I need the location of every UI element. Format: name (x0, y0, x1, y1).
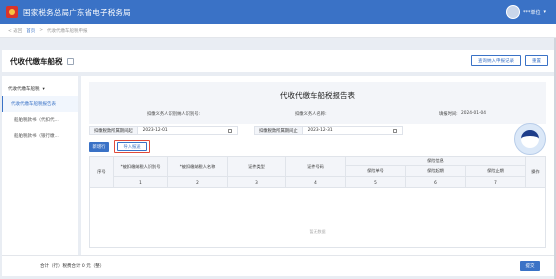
col-insurance-end: 保险止期 (465, 165, 526, 177)
fill-date-label: 填报时间: (439, 112, 458, 117)
col-number: 7 (465, 176, 526, 188)
query-record-button[interactable]: 查询纳入申报记录 (471, 55, 521, 66)
period-end-value[interactable]: 2023-12-31 (308, 128, 333, 133)
taxpayer-name-label: 扣缴义务人名称: (295, 112, 327, 117)
page-title: 代收代缴车船税 (10, 56, 63, 66)
sidebar-item-ship-bank[interactable]: 船舶税款书（银行缴... (2, 128, 78, 144)
user-name[interactable]: ***单位 (523, 9, 541, 16)
sidebar-item-ship-withhold[interactable]: 船舶税款书（代扣代... (2, 112, 78, 128)
period-start-filter: 扣缴税款所属期间起 2023-12-01 (89, 126, 238, 135)
col-insurance-start: 保险起期 (405, 165, 466, 177)
import-report-button[interactable]: 导入报送 (117, 142, 147, 151)
app-title: 国家税务总局广东省电子税务局 (23, 7, 131, 17)
avatar[interactable] (505, 5, 520, 19)
chevron-down-icon[interactable]: ▾ (543, 9, 546, 15)
top-bar: 国家税务总局广东省电子税务局 ***单位 ▾ (0, 0, 556, 24)
period-end-label: 扣缴税款所属期间止 (254, 126, 303, 135)
col-number: 3 (227, 176, 286, 188)
reset-button[interactable]: 重置 (525, 55, 548, 66)
period-end-input[interactable]: 2023-12-31 (302, 126, 403, 135)
col-taxpayer-id: *被扣缴纳税人识别号 (113, 156, 168, 177)
col-seq: 序号 (89, 156, 114, 188)
col-number: 2 (167, 176, 228, 188)
total-summary: 合计（行）税费合计 0 元（整） (40, 264, 105, 269)
calendar-icon[interactable] (392, 128, 397, 133)
sidebar-group[interactable]: 代收代缴车船税 ▾ (2, 76, 78, 93)
report-table: 序号 *被扣缴纳税人识别号 *被扣缴纳税人名称 证件类型 证件号码 保险信息 操… (89, 156, 546, 248)
breadcrumb-home[interactable]: 首页 (26, 28, 35, 34)
period-start-value[interactable]: 2023-12-01 (143, 128, 168, 133)
mascot-face (521, 130, 539, 148)
col-taxpayer-name: *被扣缴纳税人名称 (167, 156, 228, 177)
col-operation: 操作 (525, 156, 546, 188)
footer-bar: 合计（行）税费合计 0 元（整） 提交 (2, 255, 554, 276)
col-cert-number: 证件号码 (285, 156, 346, 177)
taxpayer-id-label: 扣缴义务人识别纳人识别号: (147, 112, 201, 117)
col-cert-type: 证件类型 (227, 156, 286, 177)
back-link[interactable]: < 返回 (8, 28, 22, 34)
user-menu[interactable]: ***单位 ▾ (505, 5, 546, 19)
period-start-label: 扣缴税款所属期间起 (89, 126, 138, 135)
breadcrumb-separator: > (39, 28, 43, 33)
add-row-button[interactable]: 新增行 (89, 142, 109, 152)
fill-date-value: 2024-01-04 (461, 111, 486, 116)
col-number: 5 (345, 176, 406, 188)
menu-toggle-icon[interactable] (66, 57, 74, 65)
assistant-mascot-icon[interactable] (514, 123, 546, 155)
chevron-down-icon: ▾ (42, 86, 45, 92)
period-end-filter: 扣缴税款所属期间止 2023-12-31 (254, 126, 403, 135)
breadcrumb: < 返回 首页 > 代收代缴车船税申报 (0, 24, 556, 38)
calendar-icon[interactable] (227, 128, 232, 133)
submit-button[interactable]: 提交 (520, 261, 540, 271)
sidebar-group-label: 代收代缴车船税 (8, 87, 40, 92)
report-header: 代收代缴车船税报告表 扣缴义务人识别纳人识别号: 扣缴义务人名称: 填报时间: … (89, 82, 546, 124)
sidebar-item-report[interactable]: 代收代缴车船税报告表 (2, 96, 78, 112)
period-start-input[interactable]: 2023-12-01 (137, 126, 238, 135)
col-number: 6 (405, 176, 466, 188)
breadcrumb-current: 代收代缴车船税申报 (46, 28, 88, 34)
empty-state: 暂无数据 (89, 187, 546, 248)
main-content: 代收代缴车船税报告表 扣缴义务人识别纳人识别号: 扣缴义务人名称: 填报时间: … (81, 76, 554, 263)
col-insurance-no: 保险单号 (345, 165, 406, 177)
sidebar: 代收代缴车船税 ▾ 代收代缴车船税报告表 船舶税款书（代扣代... 船舶税款书（… (2, 76, 78, 263)
page-header: 代收代缴车船税 查询纳入申报记录 重置 (2, 50, 554, 72)
report-title: 代收代缴车船税报告表 (280, 91, 355, 100)
col-number: 4 (285, 176, 346, 188)
col-insurance: 保险信息 (345, 156, 526, 166)
col-number: 1 (113, 176, 168, 188)
tax-bureau-logo (6, 6, 18, 18)
